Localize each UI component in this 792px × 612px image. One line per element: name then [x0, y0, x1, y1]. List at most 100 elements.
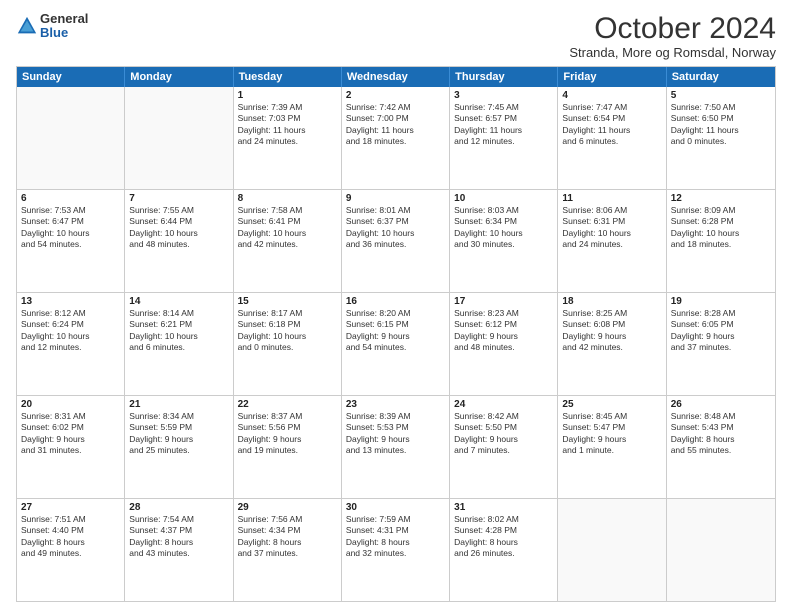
cell-line: Sunset: 4:28 PM: [454, 525, 553, 536]
day-number: 9: [346, 193, 445, 204]
cell-line: Daylight: 10 hours: [346, 228, 445, 239]
cell-line: Daylight: 11 hours: [454, 125, 553, 136]
cal-cell-w2-d6: 11Sunrise: 8:06 AMSunset: 6:31 PMDayligh…: [558, 190, 666, 292]
cell-line: Daylight: 9 hours: [562, 331, 661, 342]
cell-line: Sunset: 6:34 PM: [454, 216, 553, 227]
day-number: 16: [346, 296, 445, 307]
cal-week-2: 6Sunrise: 7:53 AMSunset: 6:47 PMDaylight…: [17, 190, 775, 293]
cell-line: Sunset: 6:44 PM: [129, 216, 228, 227]
day-number: 19: [671, 296, 771, 307]
cell-line: and 36 minutes.: [346, 239, 445, 250]
cell-line: Sunrise: 8:03 AM: [454, 205, 553, 216]
cell-line: and 0 minutes.: [238, 342, 337, 353]
cell-line: Daylight: 9 hours: [21, 434, 120, 445]
cal-week-5: 27Sunrise: 7:51 AMSunset: 4:40 PMDayligh…: [17, 499, 775, 601]
cal-cell-w5-d1: 27Sunrise: 7:51 AMSunset: 4:40 PMDayligh…: [17, 499, 125, 601]
cell-line: Sunrise: 8:34 AM: [129, 411, 228, 422]
cell-line: Daylight: 10 hours: [238, 228, 337, 239]
cell-line: Sunrise: 8:20 AM: [346, 308, 445, 319]
cal-cell-w5-d6: [558, 499, 666, 601]
cal-cell-w2-d5: 10Sunrise: 8:03 AMSunset: 6:34 PMDayligh…: [450, 190, 558, 292]
day-number: 29: [238, 502, 337, 513]
cell-line: Sunset: 5:47 PM: [562, 422, 661, 433]
cell-line: Sunrise: 7:50 AM: [671, 102, 771, 113]
cell-line: Sunset: 4:31 PM: [346, 525, 445, 536]
cell-line: and 6 minutes.: [562, 136, 661, 147]
day-number: 20: [21, 399, 120, 410]
cell-line: and 37 minutes.: [671, 342, 771, 353]
day-number: 15: [238, 296, 337, 307]
cal-cell-w3-d2: 14Sunrise: 8:14 AMSunset: 6:21 PMDayligh…: [125, 293, 233, 395]
cal-cell-w5-d7: [667, 499, 775, 601]
cal-cell-w3-d6: 18Sunrise: 8:25 AMSunset: 6:08 PMDayligh…: [558, 293, 666, 395]
cell-line: Sunrise: 7:58 AM: [238, 205, 337, 216]
cell-line: Sunrise: 7:59 AM: [346, 514, 445, 525]
cell-line: and 54 minutes.: [346, 342, 445, 353]
day-number: 28: [129, 502, 228, 513]
cell-line: Sunrise: 8:12 AM: [21, 308, 120, 319]
cell-line: Sunrise: 8:39 AM: [346, 411, 445, 422]
cell-line: Daylight: 11 hours: [346, 125, 445, 136]
cell-line: Daylight: 9 hours: [562, 434, 661, 445]
cell-line: Daylight: 8 hours: [671, 434, 771, 445]
cell-line: Sunrise: 8:37 AM: [238, 411, 337, 422]
day-number: 24: [454, 399, 553, 410]
cell-line: Sunset: 5:43 PM: [671, 422, 771, 433]
cal-cell-w3-d1: 13Sunrise: 8:12 AMSunset: 6:24 PMDayligh…: [17, 293, 125, 395]
page: General Blue October 2024 Stranda, More …: [0, 0, 792, 612]
cell-line: Daylight: 9 hours: [346, 434, 445, 445]
cell-line: Daylight: 9 hours: [454, 434, 553, 445]
day-number: 22: [238, 399, 337, 410]
cell-line: Daylight: 10 hours: [129, 331, 228, 342]
day-number: 26: [671, 399, 771, 410]
cell-line: Sunset: 6:05 PM: [671, 319, 771, 330]
cell-line: Sunset: 6:12 PM: [454, 319, 553, 330]
cal-cell-w5-d4: 30Sunrise: 7:59 AMSunset: 4:31 PMDayligh…: [342, 499, 450, 601]
subtitle: Stranda, More og Romsdal, Norway: [569, 45, 776, 60]
day-number: 21: [129, 399, 228, 410]
cell-line: Sunset: 6:54 PM: [562, 113, 661, 124]
cell-line: Daylight: 11 hours: [671, 125, 771, 136]
cell-line: Daylight: 10 hours: [21, 331, 120, 342]
cell-line: and 55 minutes.: [671, 445, 771, 456]
day-number: 30: [346, 502, 445, 513]
cell-line: Daylight: 9 hours: [346, 331, 445, 342]
cell-line: and 7 minutes.: [454, 445, 553, 456]
cell-line: and 19 minutes.: [238, 445, 337, 456]
cell-line: Sunrise: 8:23 AM: [454, 308, 553, 319]
cell-line: Sunset: 6:47 PM: [21, 216, 120, 227]
cell-line: Sunset: 6:15 PM: [346, 319, 445, 330]
main-title: October 2024: [569, 12, 776, 45]
cell-line: Sunrise: 7:42 AM: [346, 102, 445, 113]
cell-line: and 49 minutes.: [21, 548, 120, 559]
cell-line: Sunrise: 7:47 AM: [562, 102, 661, 113]
day-number: 7: [129, 193, 228, 204]
cell-line: Daylight: 11 hours: [562, 125, 661, 136]
cell-line: Sunrise: 7:54 AM: [129, 514, 228, 525]
cell-line: Sunrise: 8:17 AM: [238, 308, 337, 319]
logo-general: General: [40, 12, 88, 26]
cal-cell-w3-d7: 19Sunrise: 8:28 AMSunset: 6:05 PMDayligh…: [667, 293, 775, 395]
cal-cell-w5-d3: 29Sunrise: 7:56 AMSunset: 4:34 PMDayligh…: [234, 499, 342, 601]
cal-cell-w1-d1: [17, 87, 125, 189]
cal-header-monday: Monday: [125, 67, 233, 87]
cell-line: Daylight: 9 hours: [129, 434, 228, 445]
cell-line: Sunset: 5:53 PM: [346, 422, 445, 433]
day-number: 4: [562, 90, 661, 101]
cell-line: Daylight: 8 hours: [21, 537, 120, 548]
cell-line: and 54 minutes.: [21, 239, 120, 250]
cell-line: Sunrise: 8:42 AM: [454, 411, 553, 422]
logo-icon: [16, 15, 38, 37]
cell-line: Daylight: 8 hours: [238, 537, 337, 548]
cell-line: and 43 minutes.: [129, 548, 228, 559]
cell-line: Sunset: 4:37 PM: [129, 525, 228, 536]
cell-line: Sunset: 6:18 PM: [238, 319, 337, 330]
cell-line: and 25 minutes.: [129, 445, 228, 456]
cell-line: Sunset: 4:40 PM: [21, 525, 120, 536]
cell-line: Daylight: 11 hours: [238, 125, 337, 136]
cell-line: Daylight: 9 hours: [238, 434, 337, 445]
day-number: 10: [454, 193, 553, 204]
cell-line: Sunset: 5:56 PM: [238, 422, 337, 433]
cell-line: Sunrise: 8:28 AM: [671, 308, 771, 319]
cal-week-4: 20Sunrise: 8:31 AMSunset: 6:02 PMDayligh…: [17, 396, 775, 499]
